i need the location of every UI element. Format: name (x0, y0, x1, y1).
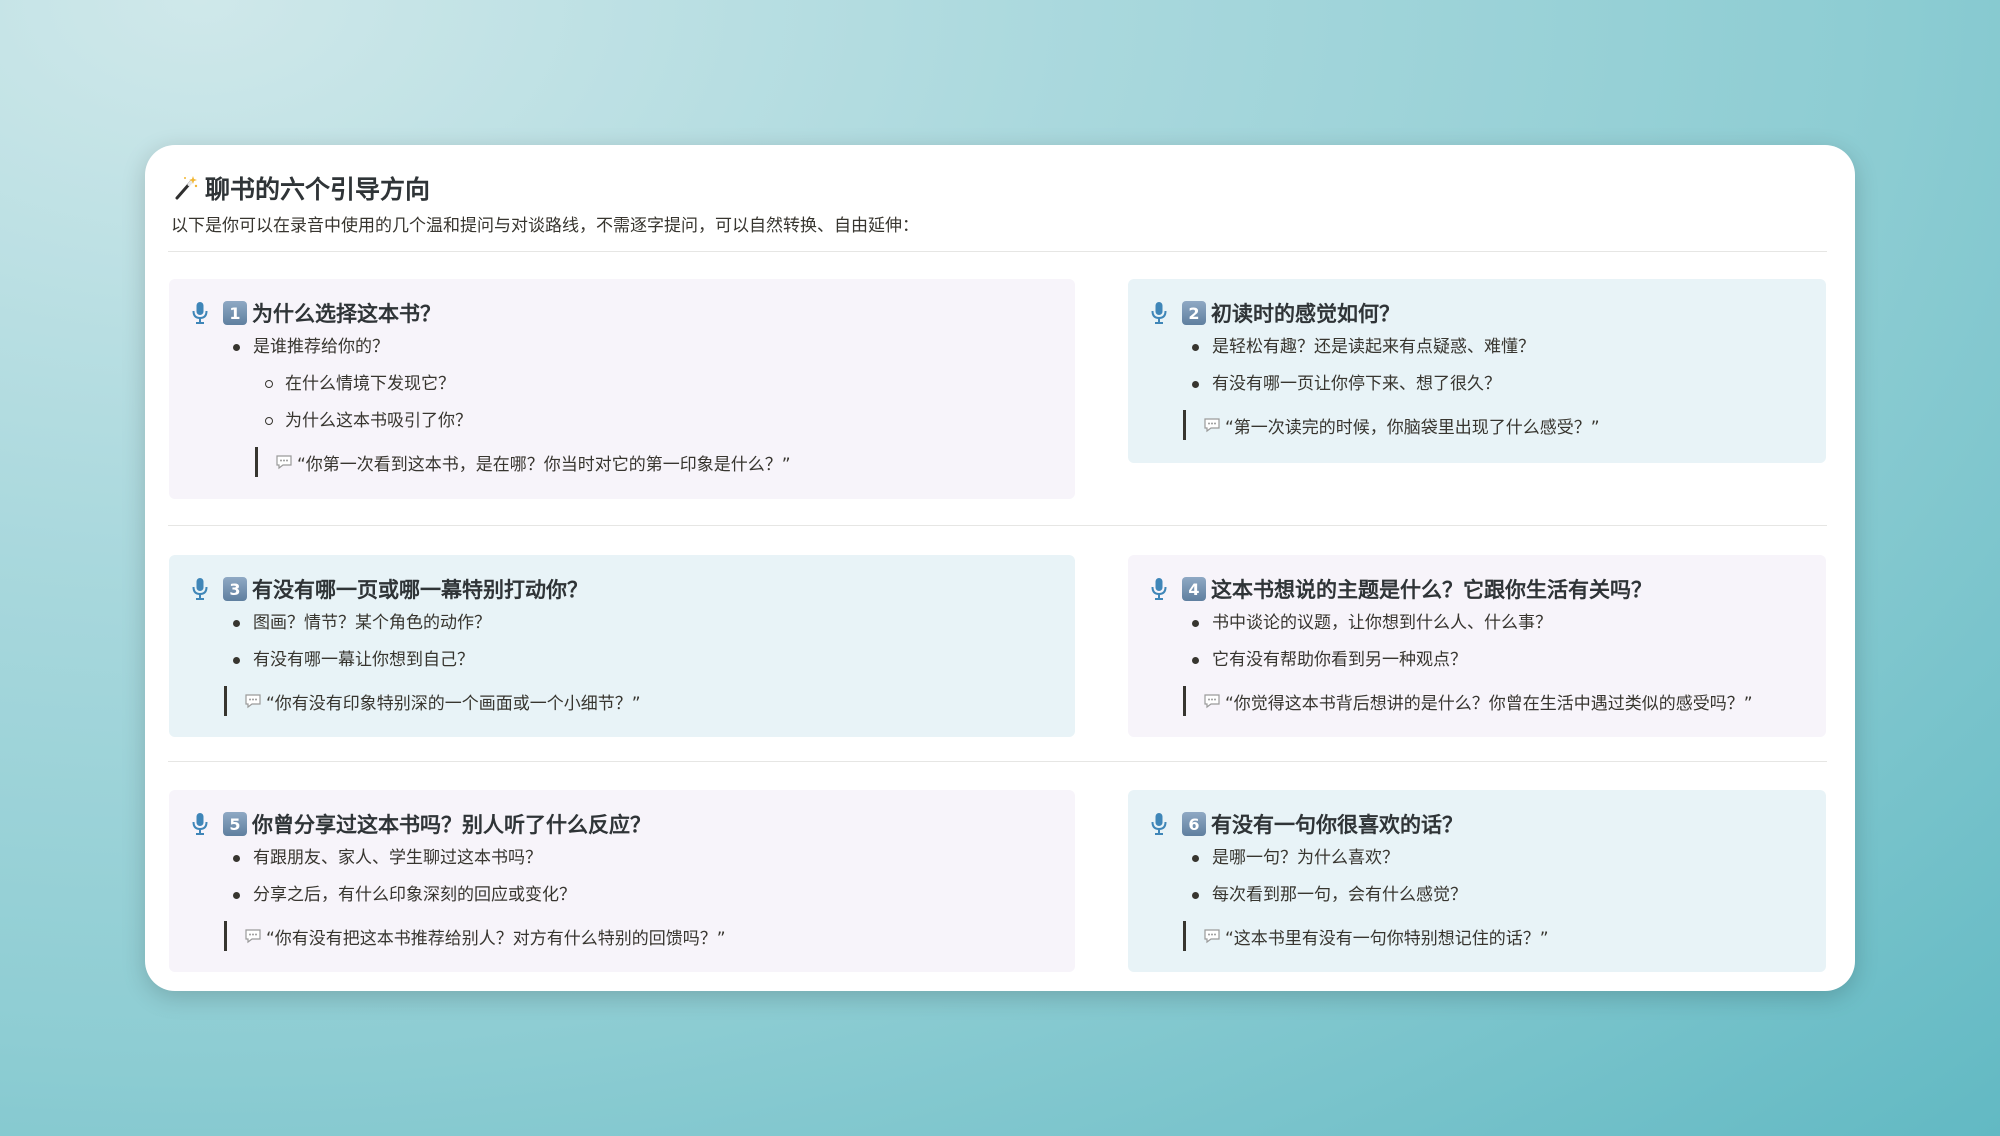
section-title: 有没有哪一页或哪一幕特别打动你？ (252, 578, 588, 602)
quote-block: “这本书里有没有一句你特别想记住的话？” (1183, 921, 1806, 951)
list-item: 有跟朋友、家人、学生聊过这本书吗？ (189, 840, 1055, 877)
list-item: 每次看到那一句，会有什么感觉？ (1148, 877, 1806, 914)
quote-block: “你第一次看到这本书，是在哪？你当时对它的第一印象是什么？” (255, 447, 1055, 477)
section-heading: 4 这本书想说的主题是什么？它跟你生活有关吗？ (1148, 573, 1806, 605)
number-badge: 1 (223, 301, 247, 325)
microphone-icon (1151, 302, 1167, 324)
section-title: 初读时的感觉如何？ (1211, 302, 1400, 326)
quote-text: “这本书里有没有一句你特别想记住的话？” (1225, 928, 1549, 949)
number-badge: 2 (1182, 301, 1206, 325)
list-item: 是哪一句？为什么喜欢？ (1148, 840, 1806, 877)
quote-bar (224, 921, 227, 951)
list-item: 是轻松有趣？还是读起来有点疑惑、难懂？ (1148, 329, 1806, 366)
quote-bar (1183, 410, 1186, 440)
speech-bubble-icon (1204, 694, 1220, 709)
speech-bubble-icon (245, 929, 261, 944)
section-heading: 3 有没有哪一页或哪一幕特别打动你？ (189, 573, 1055, 605)
number-badge: 6 (1182, 812, 1206, 836)
list-item: 书中谈论的议题，让你想到什么人、什么事？ (1148, 605, 1806, 642)
speech-bubble-icon (245, 694, 261, 709)
quote-text: “第一次读完的时候，你脑袋里出现了什么感受？” (1225, 417, 1600, 438)
quote-text: “你有没有把这本书推荐给别人？对方有什么特别的回馈吗？” (266, 928, 726, 949)
section-heading: 6 有没有一句你很喜欢的话？ (1148, 808, 1806, 840)
quote-bar (224, 686, 227, 716)
section-block-3: 3 有没有哪一页或哪一幕特别打动你？ 图画？情节？某个角色的动作？ 有没有哪一幕… (169, 555, 1075, 737)
number-badge: 4 (1182, 577, 1206, 601)
list-item: 分享之后，有什么印象深刻的回应或变化？ (189, 877, 1055, 914)
section-block-2: 2 初读时的感觉如何？ 是轻松有趣？还是读起来有点疑惑、难懂？ 有没有哪一页让你… (1128, 279, 1826, 463)
list-item: 图画？情节？某个角色的动作？ (189, 605, 1055, 642)
quote-block: “你有没有印象特别深的一个画面或一个小细节？” (224, 686, 1055, 716)
page-subtitle: 以下是你可以在录音中使用的几个温和提问与对谈路线，不需逐字提问，可以自然转换、自… (171, 216, 919, 236)
list-item: 有没有哪一幕让你想到自己？ (189, 642, 1055, 679)
sub-bullet-list: 在什么情境下发现它？ 为什么这本书吸引了你？ (189, 366, 1055, 440)
microphone-icon (192, 813, 208, 835)
speech-bubble-icon (1204, 418, 1220, 433)
section-block-5: 5 你曾分享过这本书吗？别人听了什么反应？ 有跟朋友、家人、学生聊过这本书吗？ … (169, 790, 1075, 972)
list-item: 它有没有帮助你看到另一种观点？ (1148, 642, 1806, 679)
magic-wand-icon (175, 176, 198, 200)
page-title-row: 聊书的六个引导方向 (171, 165, 430, 211)
content-card: 聊书的六个引导方向 以下是你可以在录音中使用的几个温和提问与对谈路线，不需逐字提… (145, 145, 1855, 991)
section-heading: 1 为什么选择这本书？ (189, 297, 1055, 329)
bullet-list: 书中谈论的议题，让你想到什么人、什么事？ 它有没有帮助你看到另一种观点？ (1148, 605, 1806, 679)
quote-block: “第一次读完的时候，你脑袋里出现了什么感受？” (1183, 410, 1806, 440)
bullet-list: 图画？情节？某个角色的动作？ 有没有哪一幕让你想到自己？ (189, 605, 1055, 679)
bullet-list: 是哪一句？为什么喜欢？ 每次看到那一句，会有什么感觉？ (1148, 840, 1806, 914)
quote-block: “你觉得这本书背后想讲的是什么？你曾在生活中遇过类似的感受吗？” (1183, 686, 1806, 716)
quote-text: “你第一次看到这本书，是在哪？你当时对它的第一印象是什么？” (297, 454, 791, 475)
quote-block: “你有没有把这本书推荐给别人？对方有什么特别的回馈吗？” (224, 921, 1055, 951)
divider (168, 761, 1827, 762)
section-block-4: 4 这本书想说的主题是什么？它跟你生活有关吗？ 书中谈论的议题，让你想到什么人、… (1128, 555, 1826, 737)
quote-bar (1183, 921, 1186, 951)
quote-bar (255, 447, 258, 477)
number-badge: 3 (223, 577, 247, 601)
quote-text: “你有没有印象特别深的一个画面或一个小细节？” (266, 693, 641, 714)
list-item: 是谁推荐给你的？ (189, 329, 1055, 366)
section-title: 你曾分享过这本书吗？别人听了什么反应？ (252, 813, 651, 837)
section-block-6: 6 有没有一句你很喜欢的话？ 是哪一句？为什么喜欢？ 每次看到那一句，会有什么感… (1128, 790, 1826, 972)
section-heading: 5 你曾分享过这本书吗？别人听了什么反应？ (189, 808, 1055, 840)
microphone-icon (1151, 813, 1167, 835)
list-item: 在什么情境下发现它？ (189, 366, 1055, 403)
speech-bubble-icon (1204, 929, 1220, 944)
section-heading: 2 初读时的感觉如何？ (1148, 297, 1806, 329)
divider (168, 525, 1827, 526)
number-badge: 5 (223, 812, 247, 836)
bullet-list: 有跟朋友、家人、学生聊过这本书吗？ 分享之后，有什么印象深刻的回应或变化？ (189, 840, 1055, 914)
section-title: 这本书想说的主题是什么？它跟你生活有关吗？ (1211, 578, 1652, 602)
list-item: 有没有哪一页让你停下来、想了很久？ (1148, 366, 1806, 403)
microphone-icon (192, 302, 208, 324)
bullet-list: 是谁推荐给你的？ (189, 329, 1055, 366)
list-item: 为什么这本书吸引了你？ (189, 403, 1055, 440)
speech-bubble-icon (276, 455, 292, 470)
quote-text: “你觉得这本书背后想讲的是什么？你曾在生活中遇过类似的感受吗？” (1225, 693, 1753, 714)
section-block-1: 1 为什么选择这本书？ 是谁推荐给你的？ 在什么情境下发现它？ 为什么这本书吸引… (169, 279, 1075, 499)
divider (168, 251, 1827, 252)
section-title: 为什么选择这本书？ (252, 302, 441, 326)
microphone-icon (192, 578, 208, 600)
page-title: 聊书的六个引导方向 (205, 175, 431, 204)
microphone-icon (1151, 578, 1167, 600)
section-title: 有没有一句你很喜欢的话？ (1211, 813, 1463, 837)
quote-bar (1183, 686, 1186, 716)
bullet-list: 是轻松有趣？还是读起来有点疑惑、难懂？ 有没有哪一页让你停下来、想了很久？ (1148, 329, 1806, 403)
